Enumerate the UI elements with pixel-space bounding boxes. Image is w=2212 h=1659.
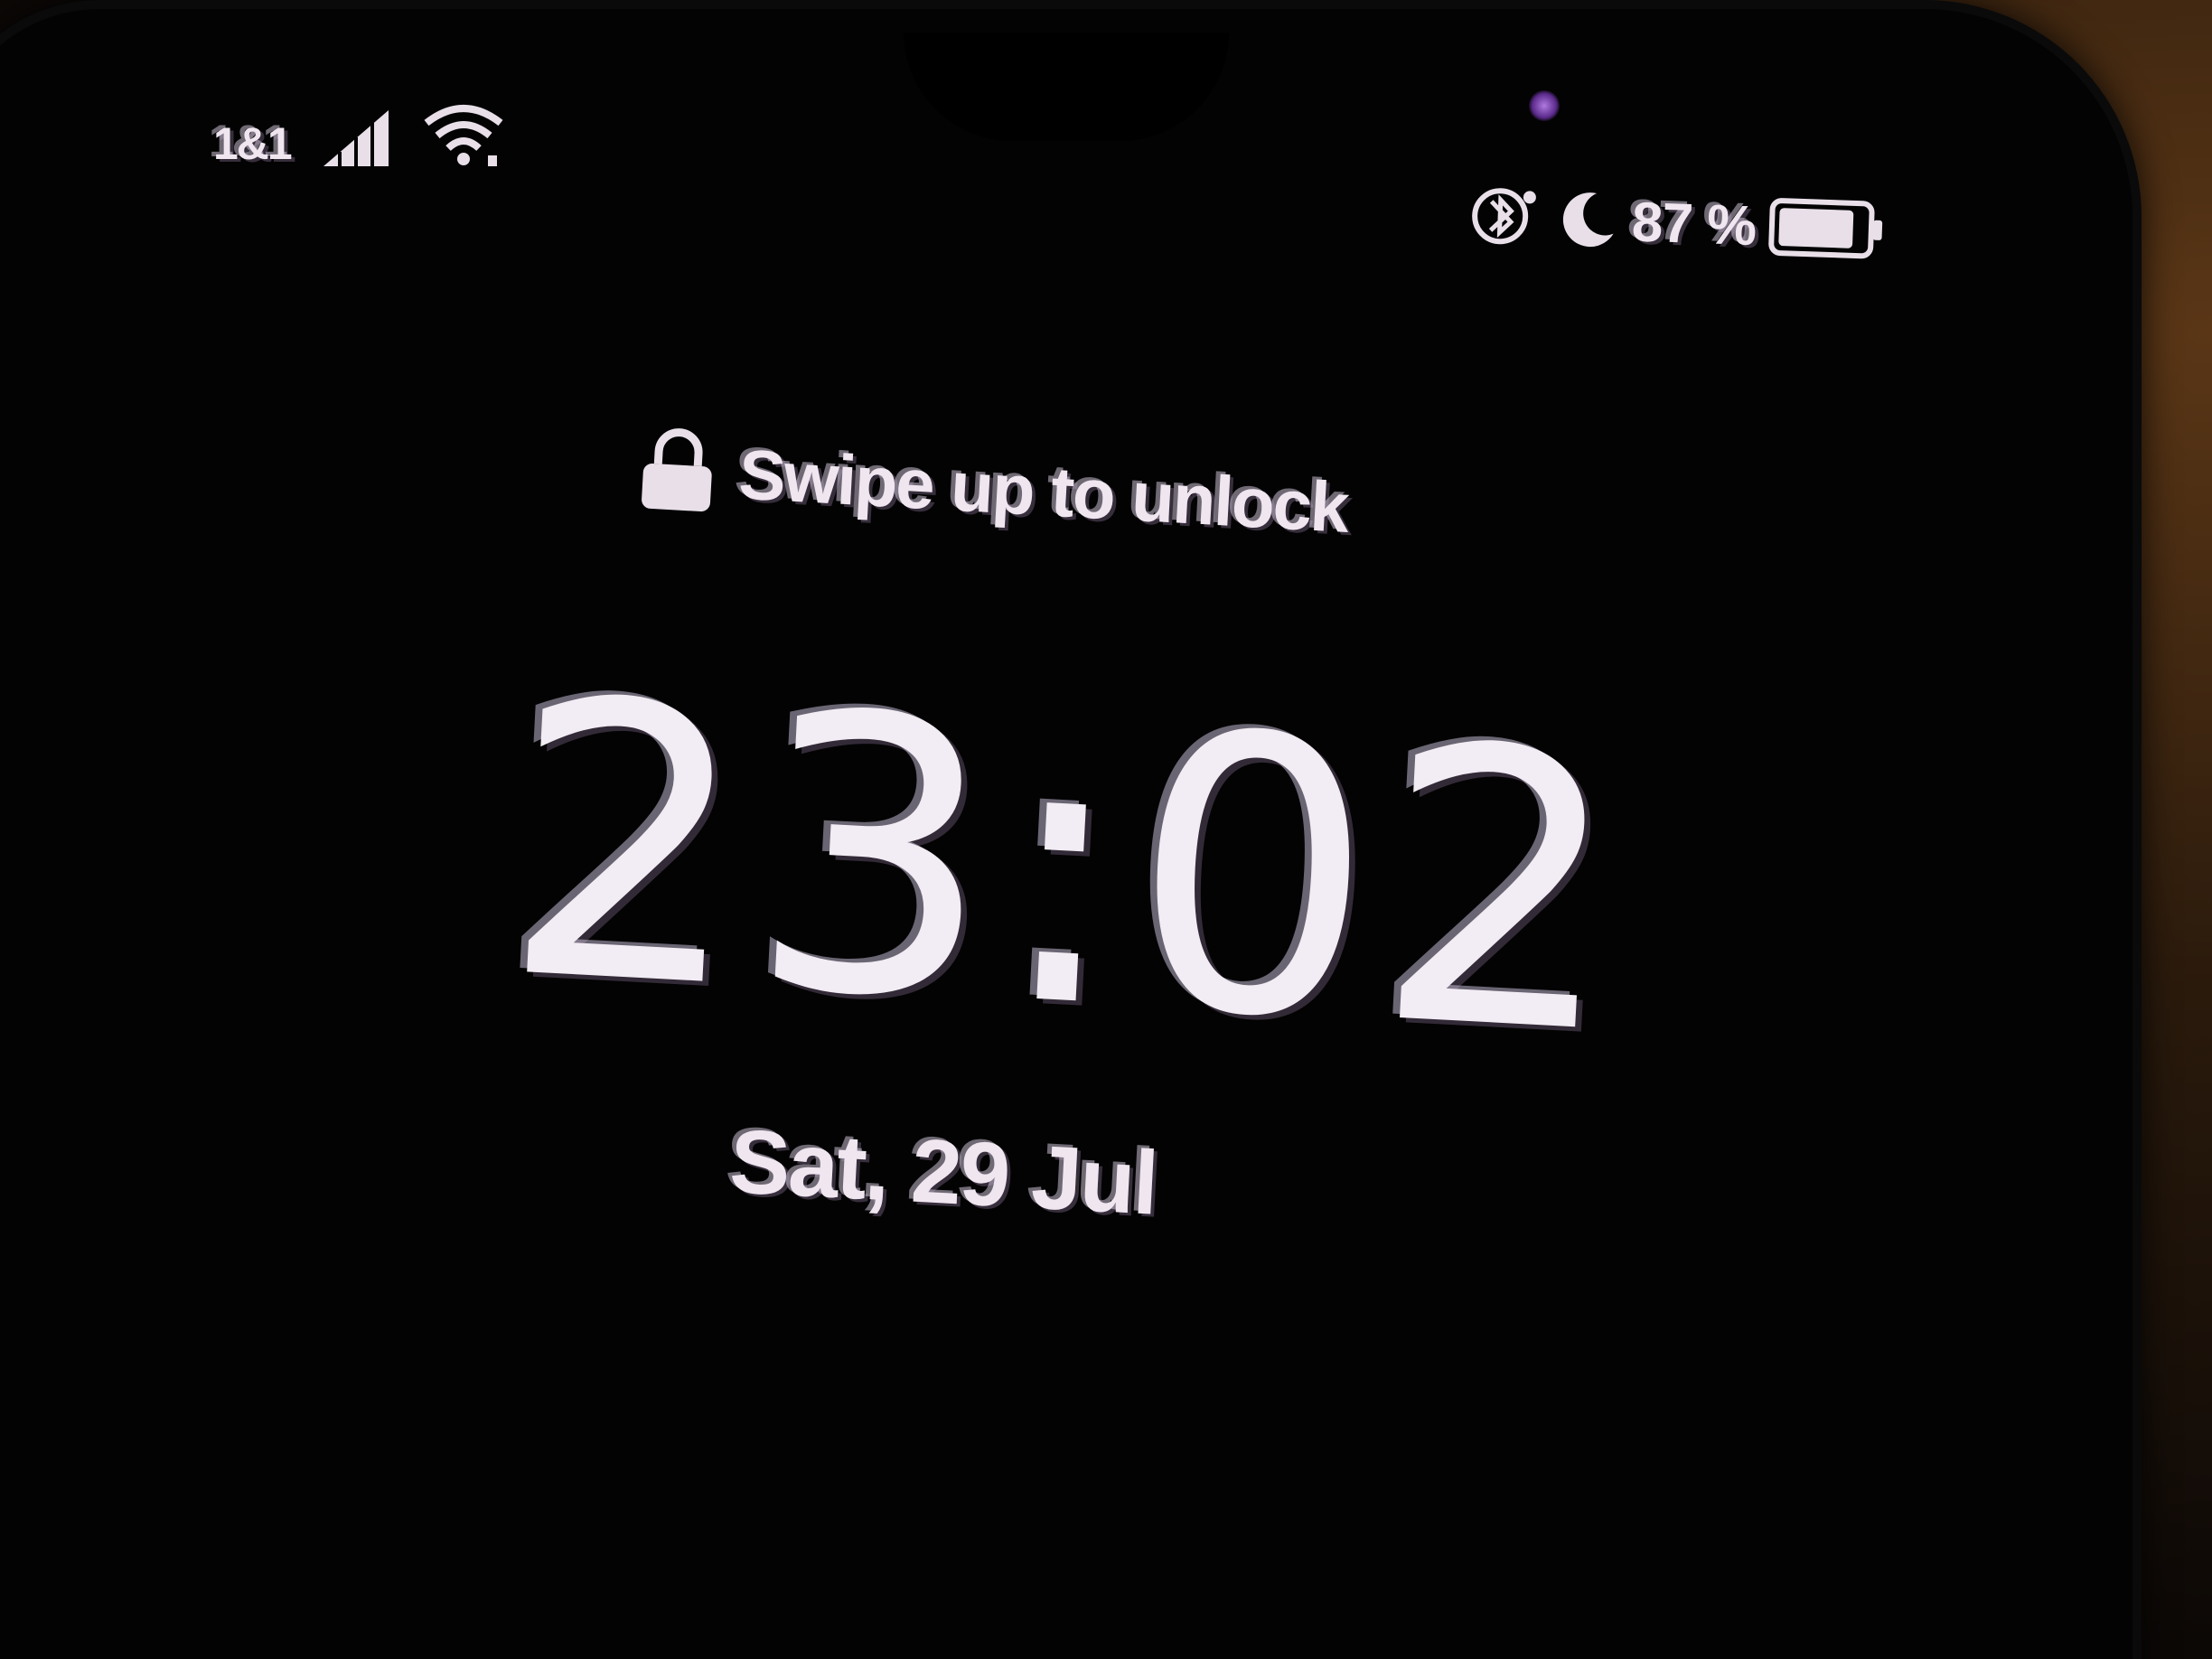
lockscreen-clock: 23:02 (494, 619, 1637, 1120)
battery-percentage: 87 % (1630, 190, 1757, 258)
bluetooth-icon (1472, 188, 1536, 245)
lock-screen[interactable]: 1&1 87 % Swipe up to unlock 23:02 Sat, 2… (0, 0, 2212, 1659)
battery-fill (1778, 208, 1854, 248)
carrier-name: 1&1 (213, 118, 293, 169)
battery-icon (1768, 198, 1883, 259)
wifi-icon (424, 105, 503, 166)
moon-icon (1562, 192, 1614, 248)
lock-icon (642, 428, 712, 512)
display-notch (904, 33, 1229, 141)
status-bar-left: 1&1 (213, 101, 506, 170)
unlock-hint-label: Swipe up to unlock (736, 433, 1350, 548)
lockscreen-date: Sat, 29 Jul (727, 1111, 1159, 1234)
cellular-signal-icon (323, 110, 389, 166)
status-bar-right: 87 % (1463, 181, 1888, 266)
front-camera (1529, 90, 1560, 121)
unlock-hint[interactable]: Swipe up to unlock (633, 425, 1350, 551)
